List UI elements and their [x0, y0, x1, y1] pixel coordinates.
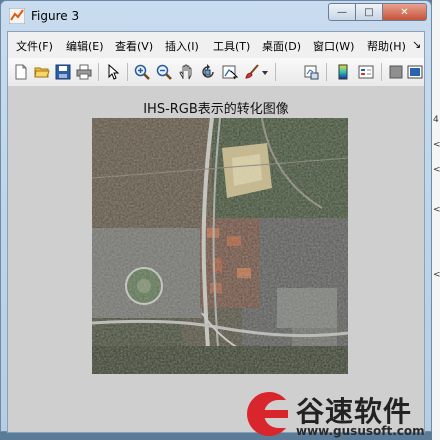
desktop-glyph: <: [433, 205, 440, 215]
figure-window: Figure 3 — □ ✕ 文件(F) 编辑(E) 查看(V) 插入(I) 工…: [0, 0, 432, 433]
menu-view[interactable]: 查看(V): [115, 38, 153, 54]
pan-icon[interactable]: [177, 63, 195, 81]
menu-tools[interactable]: 工具(T): [213, 38, 250, 54]
zoom-in-icon[interactable]: [133, 63, 151, 81]
menu-file[interactable]: 文件(F): [16, 38, 53, 54]
figure-toolbar: [8, 58, 424, 87]
watermark-url: www.gususoft.com: [296, 424, 425, 438]
zoom-out-icon[interactable]: [155, 63, 173, 81]
desktop-glyph: <: [433, 165, 440, 175]
minimize-icon: —: [337, 6, 347, 18]
menu-desktop[interactable]: 桌面(D): [262, 38, 301, 54]
close-icon: ✕: [400, 6, 409, 18]
toolbar-separator: [127, 63, 128, 81]
hide-plot-tools-icon[interactable]: [387, 63, 405, 81]
menu-insert[interactable]: 插入(I): [165, 38, 199, 54]
toolbar-separator: [275, 63, 276, 81]
desktop-background: 4 < < < <: [432, 0, 440, 440]
open-file-icon[interactable]: [33, 63, 51, 81]
menu-edit[interactable]: 编辑(E): [66, 38, 104, 54]
gusu-logo-icon: [247, 392, 288, 436]
maximize-button[interactable]: □: [355, 3, 383, 21]
brush-icon[interactable]: [243, 63, 261, 81]
menu-bar: 文件(F) 编辑(E) 查看(V) 插入(I) 工具(T) 桌面(D) 窗口(W…: [8, 32, 424, 59]
aerial-image: [92, 118, 348, 374]
maximize-icon: □: [364, 6, 374, 18]
pointer-icon[interactable]: [104, 63, 122, 81]
toolbar-separator: [98, 63, 99, 81]
desktop-glyph: <: [433, 270, 440, 280]
toolbar-separator: [326, 63, 327, 81]
legend-icon[interactable]: [357, 63, 375, 81]
menu-overflow-icon[interactable]: ↘: [412, 38, 421, 51]
show-plot-tools-icon[interactable]: [406, 63, 424, 81]
new-figure-icon[interactable]: [12, 63, 30, 81]
figure-canvas: IHS-RGB表示的转化图像: [8, 86, 424, 432]
toolbar-separator: [381, 63, 382, 81]
colorbar-icon[interactable]: [334, 63, 352, 81]
rotate-3d-icon[interactable]: [199, 63, 217, 81]
close-button[interactable]: ✕: [382, 3, 427, 21]
print-icon[interactable]: [75, 63, 93, 81]
link-plot-icon[interactable]: [302, 63, 320, 81]
matlab-figure-icon: [8, 7, 26, 25]
desktop-glyph: <: [433, 140, 440, 150]
desktop-glyph: 4: [433, 115, 439, 125]
save-icon[interactable]: [54, 63, 72, 81]
menu-window[interactable]: 窗口(W): [313, 38, 354, 54]
image-axes[interactable]: [92, 118, 348, 374]
figure-client-area: 文件(F) 编辑(E) 查看(V) 插入(I) 工具(T) 桌面(D) 窗口(W…: [7, 31, 425, 433]
dropdown-arrow-icon[interactable]: [260, 63, 270, 81]
window-title: Figure 3: [31, 9, 80, 23]
menu-help[interactable]: 帮助(H): [367, 38, 406, 54]
title-bar[interactable]: Figure 3 — □ ✕: [1, 1, 431, 31]
axes-title: IHS-RGB表示的转化图像: [143, 102, 289, 117]
data-cursor-icon[interactable]: [221, 63, 239, 81]
minimize-button[interactable]: —: [328, 3, 356, 21]
watermark: 谷速软件 www.gususoft.com: [240, 386, 440, 440]
